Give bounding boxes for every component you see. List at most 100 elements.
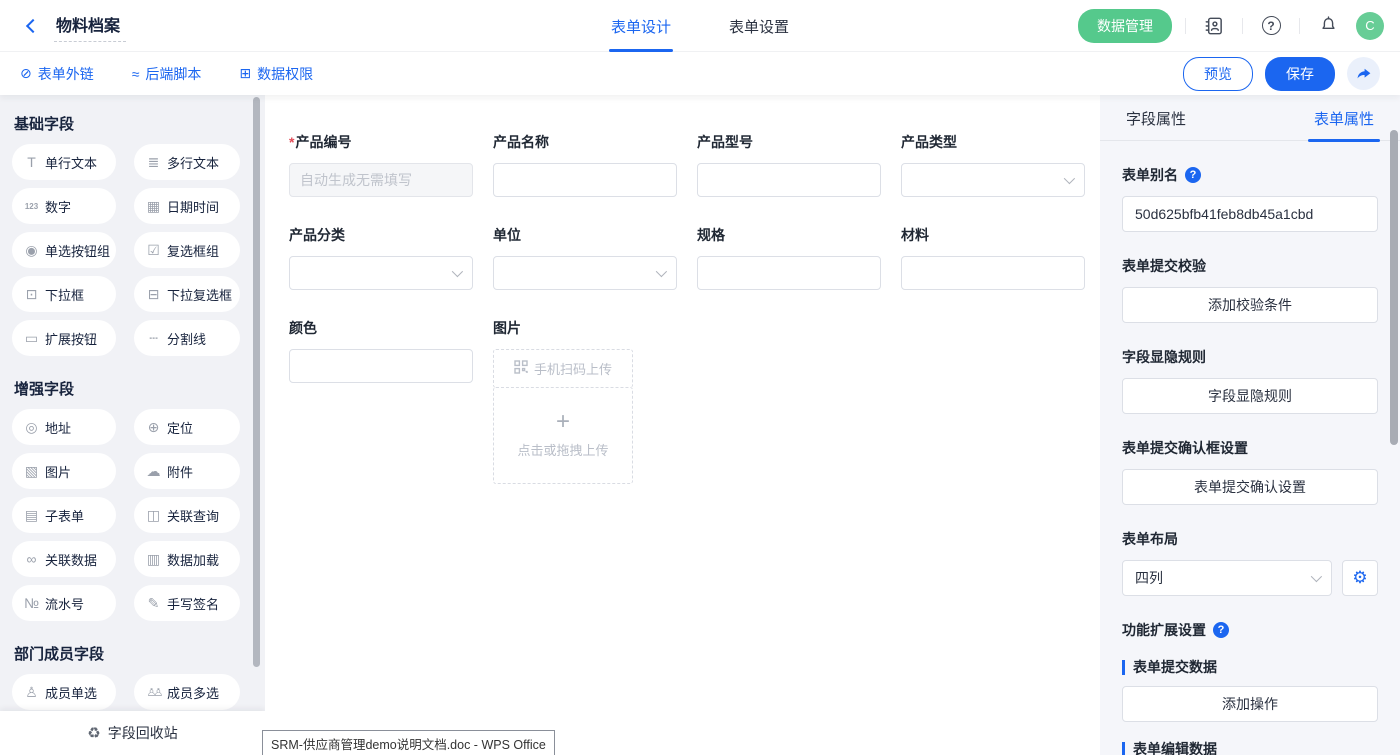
toolbar-link-data-permission[interactable]: ⊞数据权限 [239, 64, 313, 84]
form-field-product-code[interactable]: *产品编号 [289, 132, 473, 197]
field-select-product-category[interactable] [289, 256, 473, 290]
form-field-image[interactable]: 图片手机扫码上传+点击或拖拽上传 [493, 318, 677, 484]
form-field-product-name[interactable]: 产品名称 [493, 132, 677, 197]
field-select-product-type[interactable] [901, 163, 1085, 197]
submit-validation-button[interactable]: 添加校验条件 [1122, 287, 1378, 323]
drag-upload-area[interactable]: +点击或拖拽上传 [493, 387, 633, 484]
field-visibility-button[interactable]: 字段显隐规则 [1122, 378, 1378, 414]
panel-scrollbar[interactable] [1390, 130, 1398, 445]
divider [1242, 18, 1243, 34]
scan-upload-button[interactable]: 手机扫码上传 [493, 349, 633, 388]
field-select-unit[interactable] [493, 256, 677, 290]
sidebar-item-extend-button[interactable]: ▭ 扩展按钮 [12, 320, 116, 356]
sidebar-section-grid: ♙成员单选 ♙♙成员多选 [12, 674, 265, 710]
avatar[interactable]: C [1356, 12, 1384, 40]
required-asterisk: * [289, 134, 294, 150]
sidebar-item-datetime[interactable]: ▦日期时间 [134, 188, 240, 224]
submit-confirm-button[interactable]: 表单提交确认设置 [1122, 469, 1378, 505]
sidebar-item-attachment[interactable]: ☁附件 [134, 453, 240, 489]
field-input-product-model[interactable] [697, 163, 881, 197]
tab-form-settings[interactable]: 表单设置 [729, 0, 789, 52]
sidebar-item-label: 扩展按钮 [45, 329, 97, 348]
dropdown-icon: ⊡ [23, 286, 40, 303]
form-design-canvas[interactable]: *产品编号产品名称产品型号产品类型产品分类单位规格材料颜色图片手机扫码上传+点击… [265, 95, 1100, 755]
sidebar-item-serial-number[interactable]: №流水号 [12, 585, 116, 621]
sidebar-item-linked-query[interactable]: ◫关联查询 [134, 497, 240, 533]
sidebar-item-data-load[interactable]: ▥数据加载 [134, 541, 240, 577]
toolbar-link-label: 表单外链 [38, 64, 94, 84]
sidebar-item-radio-group[interactable]: ◉单选按钮组 [12, 232, 116, 268]
form-field-color[interactable]: 颜色 [289, 318, 473, 383]
sidebar-item-image[interactable]: ▧图片 [12, 453, 116, 489]
sidebar-item-divider-line[interactable]: ┄分割线 [134, 320, 240, 356]
single-line-text-icon: T [23, 154, 40, 170]
save-button[interactable]: 保存 [1265, 57, 1335, 91]
form-field-product-category[interactable]: 产品分类 [289, 225, 473, 290]
tab-field-props[interactable]: 字段属性 [1126, 95, 1186, 141]
extend-button-icon: ▭ [23, 330, 40, 347]
sidebar-item-linked-data[interactable]: ∞关联数据 [12, 541, 116, 577]
sidebar-item-number[interactable]: 123数字 [12, 188, 116, 224]
share-button[interactable] [1347, 57, 1380, 90]
field-input-product-code[interactable] [289, 163, 473, 197]
field-label-text: 产品型号 [697, 132, 753, 152]
form-field-product-model[interactable]: 产品型号 [697, 132, 881, 197]
form-alias-input[interactable] [1122, 196, 1378, 232]
page-title[interactable]: 物料档案 [54, 10, 126, 42]
toolbar-link-label: 数据权限 [257, 64, 313, 84]
field-input-spec[interactable] [697, 256, 881, 290]
sidebar-item-label: 流水号 [45, 594, 84, 613]
data-load-icon: ▥ [145, 551, 162, 568]
field-input-product-name[interactable] [493, 163, 677, 197]
chevron-left-icon [26, 18, 40, 32]
help-icon[interactable]: ? [1256, 11, 1286, 41]
bell-icon[interactable] [1313, 11, 1343, 41]
divider [1299, 18, 1300, 34]
form-field-product-type[interactable]: 产品类型 [901, 132, 1085, 197]
sidebar-item-checkbox-group[interactable]: ☑复选框组 [134, 232, 240, 268]
form-field-unit[interactable]: 单位 [493, 225, 677, 290]
plus-icon: + [556, 412, 570, 432]
form-layout-select[interactable]: 四列 [1122, 560, 1332, 596]
image-upload-field: 手机扫码上传+点击或拖拽上传 [493, 349, 633, 484]
tab-form-design[interactable]: 表单设计 [611, 0, 671, 52]
sidebar-item-label: 关联查询 [167, 506, 219, 525]
sidebar-item-multi-line-text[interactable]: ≣ 多行文本 [134, 144, 240, 180]
sidebar-item-dropdown[interactable]: ⊡下拉框 [12, 276, 116, 312]
field-label-text: 产品名称 [493, 132, 549, 152]
address-book-icon[interactable] [1199, 11, 1229, 41]
field-recycle-bin[interactable]: ♻ 字段回收站 [0, 711, 265, 755]
form-field-spec[interactable]: 规格 [697, 225, 881, 290]
signature-icon: ✎ [145, 595, 162, 612]
sidebar-item-label: 多行文本 [167, 153, 219, 172]
field-input-color[interactable] [289, 349, 473, 383]
sidebar-item-location[interactable]: ⊕定位 [134, 409, 240, 445]
sidebar-item-multi-dropdown[interactable]: ⊟下拉复选框 [134, 276, 240, 312]
sidebar-item-subform[interactable]: ▤子表单 [12, 497, 116, 533]
preview-button[interactable]: 预览 [1183, 57, 1253, 91]
back-button[interactable] [18, 13, 44, 39]
sidebar-item-label: 成员多选 [167, 683, 219, 702]
submit-validation-label: 表单提交校验 [1122, 256, 1378, 276]
sidebar-item-address[interactable]: ◎地址 [12, 409, 116, 445]
sidebar-item-signature[interactable]: ✎手写签名 [134, 585, 240, 621]
sidebar-item-label: 数字 [45, 197, 71, 216]
sidebar-item-single-line-text[interactable]: T单行文本 [12, 144, 116, 180]
sidebar-item-member-single[interactable]: ♙成员单选 [12, 674, 116, 710]
sidebar-item-member-multi[interactable]: ♙♙成员多选 [134, 674, 240, 710]
layout-settings-button[interactable]: ⚙ [1342, 560, 1378, 596]
sidebar-item-label: 定位 [167, 418, 193, 437]
submit-data-add-button[interactable]: 添加操作 [1122, 686, 1378, 722]
multi-line-text-icon: ≣ [145, 154, 162, 171]
help-circle-icon[interactable]: ? [1213, 622, 1229, 638]
field-input-material[interactable] [901, 256, 1085, 290]
tab-form-props[interactable]: 表单属性 [1314, 95, 1374, 141]
data-manage-button[interactable]: 数据管理 [1078, 9, 1172, 43]
member-single-icon: ♙ [23, 684, 40, 701]
toolbar-link-backend-script[interactable]: ≈后端脚本 [132, 64, 202, 84]
toolbar-link-external-link[interactable]: ⊘表单外链 [20, 64, 94, 84]
help-circle-icon[interactable]: ? [1185, 167, 1201, 183]
form-field-material[interactable]: 材料 [901, 225, 1085, 290]
field-label-text: 单位 [493, 225, 521, 245]
sidebar-scrollbar[interactable] [253, 97, 260, 667]
